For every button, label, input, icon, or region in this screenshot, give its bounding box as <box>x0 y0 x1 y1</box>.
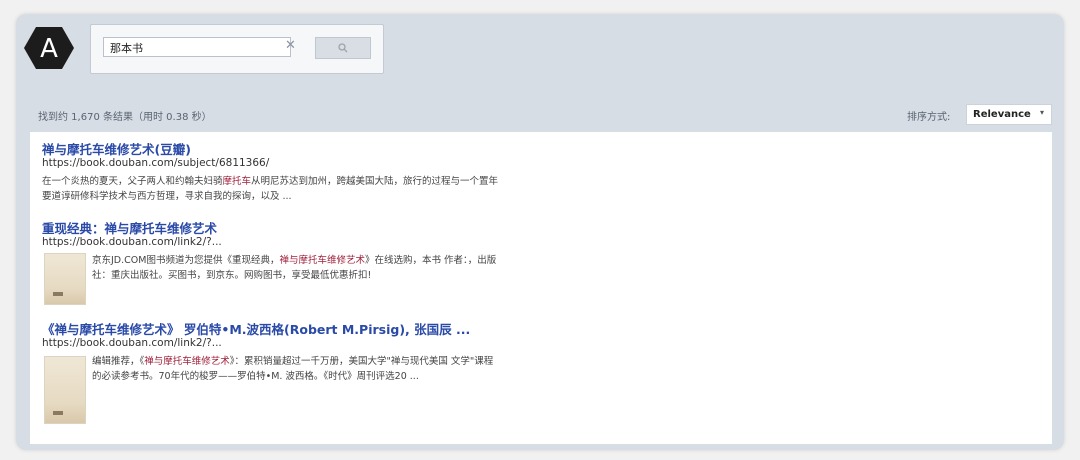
results-list: 禅与摩托车维修艺术(豆瓣) https://book.douban.com/su… <box>30 132 1052 444</box>
result-item: 重现经典：禅与摩托车维修艺术 https://book.douban.com/l… <box>42 221 502 305</box>
result-url: https://book.douban.com/subject/6811366/ <box>42 157 270 169</box>
result-title-link[interactable]: 禅与摩托车维修艺术(豆瓣) <box>42 142 502 157</box>
logo-icon: A <box>24 27 74 69</box>
result-title-link[interactable]: 重现经典：禅与摩托车维修艺术 <box>42 221 502 236</box>
sort-dropdown[interactable]: Relevance ▾ <box>966 104 1052 125</box>
search-button[interactable] <box>315 37 371 59</box>
book-cover-thumbnail[interactable] <box>44 253 86 305</box>
svg-text:A: A <box>40 34 58 64</box>
result-snippet: 在一个炎热的夏天，父子两人和约翰夫妇骑摩托车从明尼苏达到加州，跨越美国大陆，旅行… <box>42 176 499 202</box>
book-cover-thumbnail[interactable] <box>44 356 86 424</box>
result-snippet: 编辑推荐，《禅与摩托车维修艺术》：累积销量超过一千万册，美国大学"禅与现代美国 … <box>92 356 494 382</box>
search-bar: ✕ <box>90 24 384 74</box>
result-snippet: 京东JD.COM图书频道为您提供《重现经典，禅与摩托车维修艺术》在线选购，本书 … <box>92 255 497 281</box>
chevron-down-icon: ▾ <box>1039 108 1044 117</box>
sort-label: 排序方式: <box>907 112 951 123</box>
result-url: https://book.douban.com/link2/?... <box>42 236 222 248</box>
search-input[interactable] <box>103 37 291 57</box>
result-title-link[interactable]: 《禅与摩托车维修艺术》 罗伯特•M.波西格(Robert M.Pirsig), … <box>42 322 502 337</box>
sort-value: Relevance <box>973 109 1031 120</box>
logo[interactable]: A <box>23 26 75 70</box>
result-url: https://book.douban.com/link2/?... <box>42 337 222 349</box>
search-icon <box>338 43 348 53</box>
result-stats: 找到约 1,670 条结果（用时 0.38 秒） <box>38 112 212 123</box>
clear-icon[interactable]: ✕ <box>285 39 296 53</box>
result-item: 《禅与摩托车维修艺术》 罗伯特•M.波西格(Robert M.Pirsig), … <box>42 322 502 424</box>
result-item: 禅与摩托车维修艺术(豆瓣) https://book.douban.com/su… <box>42 142 502 204</box>
